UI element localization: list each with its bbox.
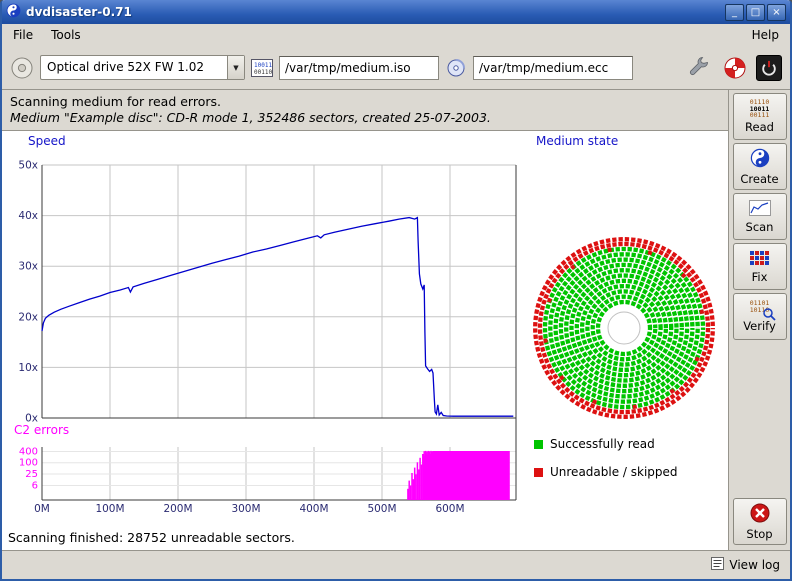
menu-help[interactable]: Help — [743, 25, 788, 45]
svg-text:40x: 40x — [18, 210, 38, 222]
svg-text:6: 6 — [32, 481, 38, 492]
svg-text:20x: 20x — [18, 311, 38, 323]
read-button-label: Read — [745, 120, 774, 134]
menu-file[interactable]: File — [4, 25, 42, 45]
scan-result-text: Scanning finished: 28752 unreadable sect… — [8, 530, 295, 545]
quit-power-icon[interactable] — [756, 55, 782, 81]
titlebar[interactable]: dvdisaster-0.71 _ □ × — [2, 0, 790, 24]
preferences-wrench-icon[interactable] — [684, 53, 714, 83]
menubar: File Tools Help — [2, 24, 790, 46]
view-log-label: View log — [729, 558, 780, 572]
drive-select[interactable]: Optical drive 52X FW 1.02 ▼ — [40, 55, 245, 80]
svg-text:50x: 50x — [18, 160, 38, 172]
svg-text:500M: 500M — [367, 503, 396, 515]
minimize-button-icon[interactable]: _ — [725, 4, 744, 21]
svg-text:25: 25 — [25, 469, 38, 480]
svg-text:600M: 600M — [435, 503, 464, 515]
stop-button[interactable]: Stop — [733, 498, 787, 545]
svg-text:200M: 200M — [163, 503, 192, 515]
svg-text:10x: 10x — [18, 362, 38, 374]
log-icon — [711, 557, 724, 573]
fix-blocks-icon — [749, 250, 771, 269]
bottom-bar: View log — [2, 550, 790, 579]
app-window: dvdisaster-0.71 _ □ × File Tools Help Op… — [0, 0, 792, 581]
app-icon — [6, 3, 21, 21]
action-sidebar: 01110 10011 00111 Read Create Scan — [728, 90, 790, 550]
scan-button[interactable]: Scan — [733, 193, 787, 240]
scan-button-label: Scan — [746, 220, 774, 234]
legend-label-read: Successfully read — [550, 437, 655, 451]
svg-text:0M: 0M — [34, 503, 50, 515]
toolbar: Optical drive 52X FW 1.02 ▼ 1001100110 — [2, 46, 790, 90]
svg-text:300M: 300M — [231, 503, 260, 515]
svg-text:400M: 400M — [299, 503, 328, 515]
binary-read-icon: 01110 10011 00111 — [750, 99, 770, 119]
menu-tools[interactable]: Tools — [42, 25, 90, 45]
svg-text:10011: 10011 — [254, 62, 272, 69]
medium-state-legend: Successfully read Unreadable / skipped — [534, 437, 678, 479]
chart-canvas: Speed Medium state C2 errors 0x10x20x30x… — [2, 131, 728, 550]
svg-text:100: 100 — [19, 458, 38, 469]
read-button[interactable]: 01110 10011 00111 Read — [733, 93, 787, 140]
yin-yang-icon — [750, 148, 770, 171]
iso-image-icon: 1001100110 — [251, 59, 273, 77]
view-log-button[interactable]: View log — [711, 557, 780, 573]
stop-x-icon — [750, 503, 770, 526]
verify-button-label: Verify — [743, 319, 776, 333]
left-column: Scanning medium for read errors. Medium … — [2, 90, 728, 550]
ecc-file-icon — [445, 59, 467, 77]
svg-text:00110: 00110 — [254, 69, 272, 76]
scan-curve-icon — [749, 200, 771, 219]
stop-button-label: Stop — [746, 527, 772, 541]
binary-row: 00111 — [750, 112, 770, 119]
verify-button[interactable]: 01101 10110 Verify — [733, 293, 787, 340]
about-disc-icon[interactable] — [720, 53, 750, 83]
fix-button[interactable]: Fix — [733, 243, 787, 290]
chevron-glyph: ▼ — [233, 64, 238, 72]
legend-row-unreadable: Unreadable / skipped — [534, 465, 678, 479]
window-controls: _ □ × — [725, 4, 786, 21]
optical-drive-icon — [10, 56, 34, 80]
legend-label-unreadable: Unreadable / skipped — [550, 465, 678, 479]
charts-and-disc-svg: 0x 10x 20x 30x 40x 50x 625100400 0M 100M 200M 300M… — [2, 131, 728, 550]
svg-text:100M: 100M — [95, 503, 124, 515]
legend-swatch — [534, 440, 543, 449]
drive-select-value: Optical drive 52X FW 1.02 — [41, 56, 227, 79]
maximize-button-icon[interactable]: □ — [746, 4, 765, 21]
fix-button-label: Fix — [752, 270, 768, 284]
legend-row-read: Successfully read — [534, 437, 678, 451]
svg-text:30x: 30x — [18, 261, 38, 273]
verify-magnifier-icon: 01101 10110 — [746, 300, 774, 318]
legend-swatch — [534, 468, 543, 477]
create-button-label: Create — [740, 172, 778, 186]
create-button[interactable]: Create — [733, 143, 787, 190]
iso-path-input[interactable] — [279, 56, 439, 80]
ecc-path-input[interactable] — [473, 56, 633, 80]
status-line-1: Scanning medium for read errors. — [10, 94, 720, 109]
status-line-2: Medium "Example disc": CD-R mode 1, 3524… — [10, 110, 720, 125]
close-button-icon[interactable]: × — [767, 4, 786, 21]
status-area: Scanning medium for read errors. Medium … — [2, 90, 728, 131]
svg-text:400: 400 — [19, 447, 38, 458]
window-title: dvdisaster-0.71 — [26, 5, 132, 19]
chevron-down-icon[interactable]: ▼ — [227, 56, 244, 79]
main-content: Scanning medium for read errors. Medium … — [2, 90, 790, 550]
svg-text:0x: 0x — [25, 413, 38, 425]
